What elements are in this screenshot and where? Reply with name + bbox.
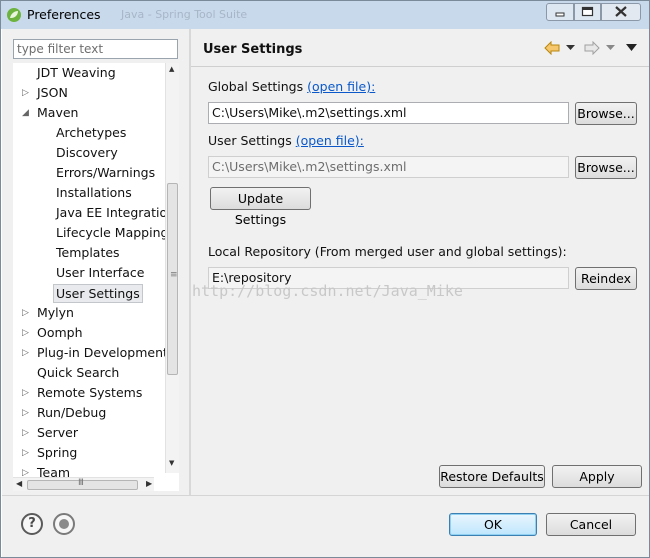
global-settings-text: Global Settings <box>208 79 304 94</box>
tree-expander-icon[interactable]: ▷ <box>22 403 29 423</box>
close-button[interactable] <box>601 3 641 21</box>
window-title: Preferences <box>27 7 101 22</box>
restore-defaults-button[interactable]: Restore Defaults <box>439 465 545 488</box>
filter-input[interactable] <box>13 39 178 59</box>
scroll-down-arrow-icon[interactable]: ▼ <box>169 459 174 467</box>
tree-expander-icon[interactable]: ▷ <box>22 323 29 343</box>
tree-expander-icon[interactable]: ▷ <box>22 423 29 443</box>
window-ghost-title: Java - Spring Tool Suite <box>121 8 248 21</box>
maximize-icon <box>581 6 594 17</box>
tree-item-label: Discovery <box>56 145 118 160</box>
watermark-text: http://blog.csdn.net/Java_Mike <box>192 282 463 300</box>
tree-item-label: Plug-in Development <box>37 345 168 360</box>
tree-item[interactable]: Errors/Warnings <box>56 163 155 183</box>
tree-item[interactable]: Installations <box>56 183 132 203</box>
update-settings-button[interactable]: Update Settings <box>210 187 311 227</box>
forward-dropdown-icon[interactable] <box>606 45 615 51</box>
vertical-scroll-thumb[interactable]: ≡ <box>167 183 178 375</box>
tree-item[interactable]: Templates <box>56 243 120 263</box>
tree-item-label: Lifecycle Mapping <box>56 225 169 240</box>
title-bar[interactable]: Preferences Java - Spring Tool Suite <box>1 1 649 29</box>
tree-item-label: User Settings <box>53 284 143 303</box>
scroll-up-arrow-icon[interactable]: ▲ <box>169 65 174 73</box>
tree-item-label: Run/Debug <box>37 405 107 420</box>
global-open-file-link[interactable]: (open file): <box>307 79 375 94</box>
back-arrow-icon[interactable] <box>544 41 560 55</box>
tree-item-label: JSON <box>37 85 68 100</box>
tree-item-label: Errors/Warnings <box>56 165 156 180</box>
tree-item-label: User Interface <box>56 265 145 280</box>
global-settings-path-field[interactable]: C:\Users\Mike\.m2\settings.xml <box>208 102 569 124</box>
global-browse-button[interactable]: Browse... <box>575 102 637 125</box>
tree-item[interactable]: Lifecycle Mapping <box>56 223 168 243</box>
tree-expander-icon[interactable]: ◢ <box>22 103 29 123</box>
tree-item-label: Remote Systems <box>37 385 143 400</box>
tree-item-label: Archetypes <box>56 125 127 140</box>
tree-item-label: Java EE Integration <box>56 205 176 220</box>
forward-arrow-icon[interactable] <box>584 41 600 55</box>
spring-leaf-icon <box>7 8 21 22</box>
cancel-button[interactable]: Cancel <box>546 513 636 536</box>
scroll-right-arrow-icon[interactable]: ▶ <box>146 479 152 488</box>
maximize-button[interactable] <box>574 3 601 21</box>
tree-horizontal-scrollbar[interactable]: ◀ III ▶ <box>13 477 154 491</box>
close-icon <box>615 6 627 17</box>
preferences-window: Preferences Java - Spring Tool Suite JDT… <box>0 0 650 558</box>
tree-item[interactable]: Archetypes <box>56 123 126 143</box>
minimize-icon <box>555 12 565 17</box>
user-settings-label: User Settings (open file): <box>208 133 364 148</box>
panel-sash[interactable] <box>189 29 191 495</box>
horizontal-scroll-thumb[interactable]: III <box>27 478 138 490</box>
header-separator <box>191 66 649 67</box>
tree-expander-icon[interactable]: ▷ <box>22 383 29 403</box>
grip-icon: III <box>78 478 84 488</box>
tree-expander-icon[interactable]: ▷ <box>22 343 29 363</box>
record-icon[interactable] <box>53 513 75 535</box>
tree-item-label: Maven <box>37 105 79 120</box>
user-settings-path-field[interactable]: C:\Users\Mike\.m2\settings.xml <box>208 156 569 178</box>
grip-icon: ≡ <box>170 270 178 280</box>
ok-button[interactable]: OK <box>449 513 537 536</box>
back-dropdown-icon[interactable] <box>566 45 575 51</box>
dialog-client-area: JDT Weaving ▷ JSON ◢ Maven Archetypes Disc… <box>2 29 649 557</box>
global-settings-label: Global Settings (open file): <box>208 79 375 94</box>
tree-item-selected[interactable]: User Settings <box>53 283 143 303</box>
tree-expander-icon[interactable]: ▷ <box>22 443 29 463</box>
tree-item-label: Templates <box>56 245 120 260</box>
tree-item-label: JDT Weaving <box>37 65 116 80</box>
tree-expander-icon[interactable]: ▷ <box>22 83 29 103</box>
tree-item[interactable]: User Interface <box>56 263 144 283</box>
tree-item-label: Spring <box>37 445 78 460</box>
tree-vertical-scrollbar[interactable]: ▲ ≡ ▼ <box>165 63 179 473</box>
tree-item[interactable]: Java EE Integration <box>56 203 175 223</box>
tree-item-label: Installations <box>56 185 132 200</box>
footer-separator <box>2 495 649 496</box>
user-open-file-link[interactable]: (open file): <box>296 133 364 148</box>
local-repository-label: Local Repository (From merged user and g… <box>208 244 567 259</box>
page-title: User Settings <box>203 42 303 57</box>
preference-tree[interactable]: JDT Weaving ▷ JSON ◢ Maven Archetypes Disc… <box>13 63 179 491</box>
reindex-button[interactable]: Reindex <box>575 267 637 290</box>
minimize-button[interactable] <box>546 3 574 21</box>
tree-item-label: Mylyn <box>37 305 74 320</box>
tree-item-label: Quick Search <box>37 365 120 380</box>
tree-expander-icon[interactable]: ▷ <box>22 303 29 323</box>
view-menu-icon[interactable] <box>626 44 637 52</box>
scroll-left-arrow-icon[interactable]: ◀ <box>16 479 22 488</box>
tree-item-label: Server <box>37 425 78 440</box>
user-browse-button[interactable]: Browse... <box>575 156 637 179</box>
tree-item-label: Oomph <box>37 325 83 340</box>
apply-button[interactable]: Apply <box>552 465 642 488</box>
tree-item[interactable]: Discovery <box>56 143 118 163</box>
user-settings-text: User Settings <box>208 133 292 148</box>
help-icon[interactable]: ? <box>21 513 43 535</box>
